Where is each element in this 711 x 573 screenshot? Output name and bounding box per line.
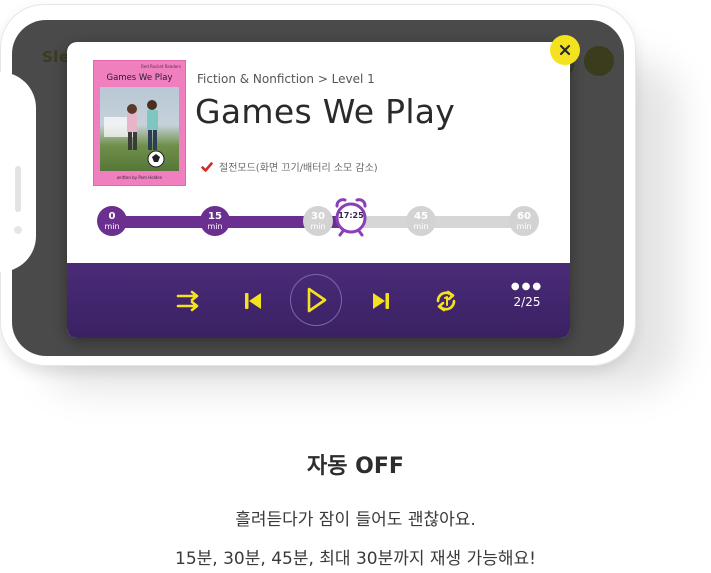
cover-title: Games We Play [106,73,173,83]
phone-camera [14,226,22,234]
background-settings-button [584,46,614,76]
caption-line-2: 15분, 30분, 45분, 최대 30분까지 재생 가능해요! [175,549,536,569]
timer-mark-30[interactable]: 30 min [303,206,333,236]
timer-handle[interactable]: 17:25 [334,197,368,237]
cover-photo [100,87,179,171]
page-indicator-button[interactable]: ●●● 2/25 [507,281,547,310]
timer-mark-unit: min [516,221,532,231]
timer-mark-60[interactable]: 60 min [509,206,539,236]
cover-illustration [104,100,165,168]
cover-author: written by Pam Holden [116,175,163,180]
timer-mark-unit: min [104,221,120,231]
page-indicator: 2/25 [513,295,541,309]
timer-mark-unit: min [207,221,223,231]
checkmark-icon [201,161,213,172]
power-save-label: 절전모드(화면 끄기/배터리 소모 감소) [219,163,378,174]
timer-mark-value: 0 [108,210,116,222]
play-button[interactable] [290,274,342,326]
previous-icon [245,293,261,309]
timer-mark-unit: min [310,221,326,231]
more-icon: ●●● [510,281,544,292]
player-controls: ●●● 2/25 [67,263,570,338]
shuffle-icon [176,290,199,312]
sleep-timer-modal: Red Rocket Readers Games We Play written… [67,42,570,338]
timer-mark-45[interactable]: 45 min [406,206,436,236]
timer-mark-0[interactable]: 0 min [97,206,127,236]
shuffle-button[interactable] [175,287,203,315]
timer-current-time: 17:25 [338,211,364,220]
caption-title: 자동 OFF [307,454,404,479]
previous-button[interactable] [239,287,267,315]
repeat-icon [436,290,456,312]
power-save-toggle[interactable]: 절전모드(화면 끄기/배터리 소모 감소) [201,159,378,174]
play-icon [307,287,327,313]
close-icon [559,44,571,56]
book-title: Games We Play [195,92,456,131]
repeat-button[interactable] [431,286,461,316]
timer-mark-value: 45 [414,210,428,222]
next-button[interactable] [367,287,395,315]
timer-mark-unit: min [413,221,429,231]
timer-mark-value: 30 [311,210,325,222]
next-icon [373,293,389,309]
timer-mark-value: 15 [208,210,222,222]
close-button[interactable] [550,35,580,65]
cover-series: Red Rocket Readers [141,64,181,69]
timer-mark-value: 60 [517,210,531,222]
phone-speaker [15,166,21,212]
book-cover: Red Rocket Readers Games We Play written… [93,60,186,186]
breadcrumb: Fiction & Nonfiction > Level 1 [197,72,375,86]
sleep-timer-slider[interactable]: 0 min 15 min 30 min 45 min 60 min 17:25 [97,198,541,238]
caption-line-1: 흘려듣다가 잠이 들어도 괜찮아요. [235,510,476,530]
timer-mark-15[interactable]: 15 min [200,206,230,236]
